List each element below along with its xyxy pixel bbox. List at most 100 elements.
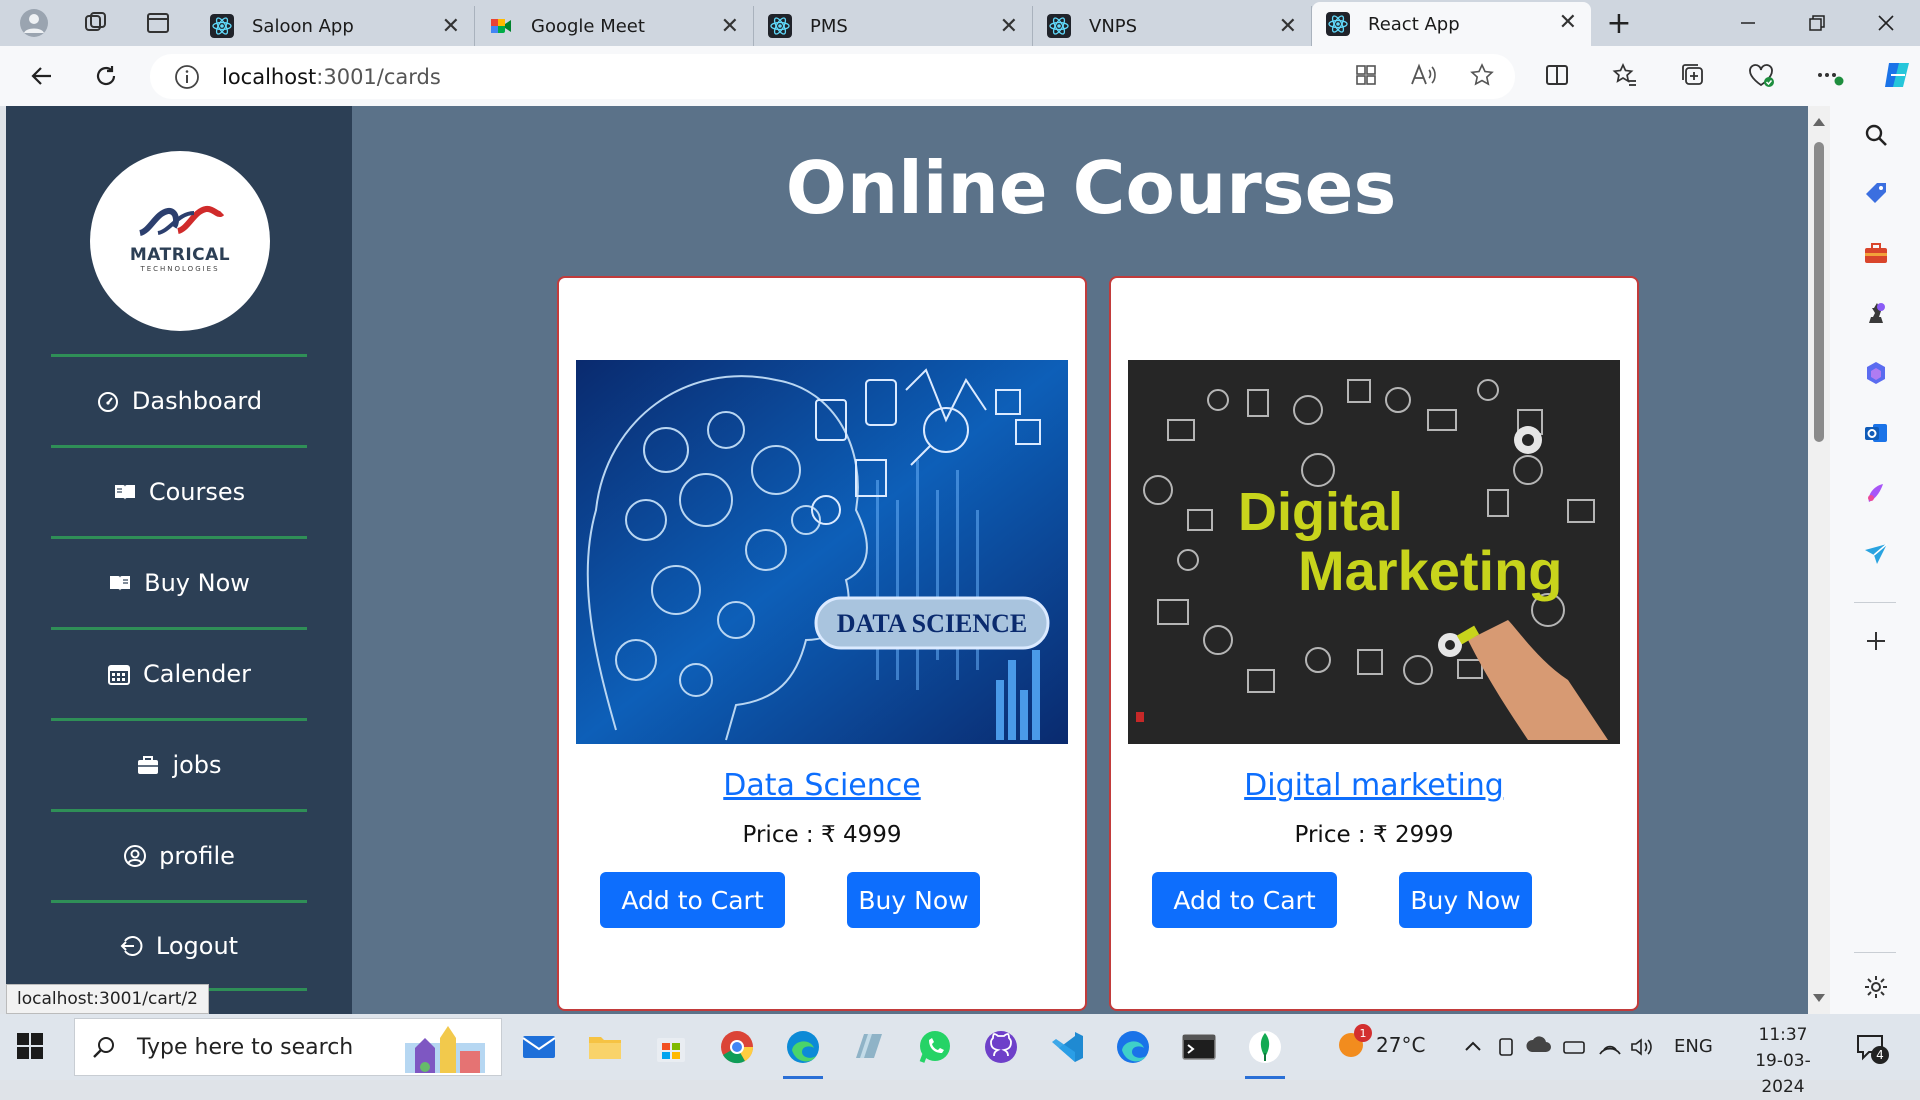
restore-icon[interactable] — [1782, 0, 1851, 46]
logo-mark-icon — [138, 205, 224, 236]
search-icon[interactable] — [1863, 122, 1889, 148]
tab-vnps[interactable]: VNPS ✕ — [1033, 6, 1312, 46]
course-title-link[interactable]: Data Science — [559, 768, 1085, 803]
file-explorer-icon[interactable] — [586, 1028, 624, 1066]
minimize-icon[interactable] — [1713, 0, 1782, 46]
wifi-icon[interactable] — [1599, 1045, 1621, 1055]
show-hidden-icons-icon[interactable] — [1465, 1041, 1481, 1051]
url-path: :3001/cards — [316, 64, 441, 89]
tab-actions-icon[interactable] — [138, 3, 178, 43]
mail-icon[interactable] — [520, 1028, 558, 1066]
scrollbar-thumb[interactable] — [1814, 142, 1824, 442]
google-meet-icon — [491, 19, 511, 33]
add-plus-icon[interactable] — [1863, 628, 1889, 654]
settings-gear-icon[interactable] — [1863, 974, 1889, 1000]
app-install-icon[interactable] — [1353, 62, 1379, 88]
shopping-tag-icon[interactable] — [1863, 180, 1889, 206]
microsoft-store-icon[interactable] — [652, 1028, 690, 1066]
sidebar-item-calender[interactable]: Calender — [51, 627, 307, 718]
sidebar-item-logout[interactable]: Logout — [51, 900, 307, 991]
mongodb-compass-icon[interactable] — [1246, 1028, 1284, 1066]
workspaces-icon[interactable] — [76, 3, 116, 43]
copilot-icon[interactable] — [1875, 52, 1919, 98]
browser-essentials-icon[interactable] — [1739, 52, 1783, 98]
search-highlight-illustration-icon — [405, 1026, 485, 1073]
dashboard-icon — [97, 392, 118, 412]
page-scrollbar[interactable] — [1808, 106, 1830, 1014]
add-to-cart-button[interactable]: Add to Cart — [600, 872, 785, 928]
volume-icon[interactable] — [1631, 1038, 1652, 1056]
refresh-icon — [96, 66, 116, 86]
buy-now-button[interactable]: Buy Now — [1399, 872, 1532, 928]
github-desktop-icon[interactable] — [982, 1028, 1020, 1066]
image-caption: Marketing — [1298, 539, 1563, 602]
new-tab-button[interactable]: + — [1591, 0, 1647, 46]
tab-title: PMS — [810, 15, 848, 37]
add-to-cart-button[interactable]: Add to Cart — [1152, 872, 1337, 928]
search-icon — [93, 1037, 114, 1058]
collections-icon[interactable] — [1671, 52, 1715, 98]
url-bar[interactable]: localhost:3001/cards — [150, 54, 1515, 99]
profile-avatar-icon[interactable] — [14, 3, 54, 43]
arrow-left-icon — [31, 67, 51, 85]
refresh-button[interactable] — [76, 53, 136, 99]
favorites-icon[interactable] — [1603, 52, 1647, 98]
vscode-icon[interactable] — [1048, 1028, 1086, 1066]
onedrive-icon[interactable] — [1526, 1036, 1551, 1052]
search-placeholder: Type here to search — [137, 1034, 354, 1060]
logo-subtext: TECHNOLOGIES — [140, 265, 220, 273]
terminal-icon[interactable] — [1180, 1028, 1218, 1066]
scroll-up-arrow-icon[interactable] — [1813, 118, 1825, 126]
tab-close-icon[interactable]: ✕ — [1559, 10, 1577, 35]
battery-icon[interactable] — [1563, 1041, 1585, 1054]
tab-close-icon[interactable]: ✕ — [1279, 14, 1297, 39]
course-image-data-science: DATA SCIENCE — [576, 360, 1068, 744]
clock[interactable]: 11:37 19-03-2024 — [1738, 1022, 1828, 1100]
edge-icon[interactable] — [784, 1028, 822, 1066]
site-info-icon[interactable] — [174, 64, 200, 90]
company-logo: MATRICAL TECHNOLOGIES — [90, 151, 270, 331]
sidebar-item-dashboard[interactable]: Dashboard — [51, 354, 307, 445]
url-host: localhost — [222, 64, 317, 89]
language-indicator[interactable]: ENG — [1674, 1036, 1713, 1057]
taskbar-search-box[interactable]: Type here to search — [74, 1018, 502, 1076]
read-aloud-icon[interactable] — [1409, 62, 1439, 88]
tab-react-app[interactable]: React App ✕ — [1312, 2, 1591, 46]
scroll-down-arrow-icon[interactable] — [1813, 994, 1825, 1002]
sidebar-item-courses[interactable]: Courses — [51, 445, 307, 536]
toolbox-icon[interactable] — [1863, 240, 1889, 266]
edge-dev-icon[interactable] — [1114, 1028, 1152, 1066]
active-app-indicator — [783, 1076, 823, 1079]
outlook-icon[interactable] — [1863, 420, 1889, 446]
tab-saloon-app[interactable]: Saloon App ✕ — [196, 6, 475, 46]
back-button[interactable] — [12, 53, 72, 99]
tab-close-icon[interactable]: ✕ — [1000, 14, 1018, 39]
close-window-icon[interactable] — [1851, 0, 1920, 46]
send-icon[interactable] — [1863, 540, 1889, 566]
tab-close-icon[interactable]: ✕ — [442, 14, 460, 39]
games-icon[interactable] — [1863, 300, 1889, 326]
sidebar-item-buy-now[interactable]: Buy Now — [51, 536, 307, 627]
more-options-icon[interactable] — [1807, 52, 1851, 98]
chrome-icon[interactable] — [718, 1028, 756, 1066]
microsoft-365-icon[interactable] — [1863, 360, 1889, 386]
tab-pms[interactable]: PMS ✕ — [754, 6, 1033, 46]
buy-now-button[interactable]: Buy Now — [847, 872, 980, 928]
favorite-star-icon[interactable] — [1469, 62, 1495, 88]
split-screen-icon[interactable] — [1535, 52, 1579, 98]
whatsapp-icon[interactable] — [916, 1028, 954, 1066]
designer-icon[interactable] — [1863, 480, 1889, 506]
device-icon[interactable] — [1499, 1038, 1513, 1056]
course-title-link[interactable]: Digital marketing — [1111, 768, 1637, 803]
react-icon — [210, 14, 234, 38]
notepad-icon[interactable] — [850, 1028, 888, 1066]
sidebar-item-profile[interactable]: profile — [51, 809, 307, 900]
course-price: Price : ₹ 2999 — [1294, 822, 1454, 848]
tab-close-icon[interactable]: ✕ — [721, 14, 739, 39]
notification-center-button[interactable]: 4 — [1855, 1032, 1889, 1064]
weather-widget[interactable]: 1 27°C — [1336, 1024, 1425, 1060]
course-price: Price : ₹ 4999 — [742, 822, 902, 848]
sidebar-item-jobs[interactable]: jobs — [51, 718, 307, 809]
windows-start-icon[interactable] — [16, 1032, 44, 1060]
tab-google-meet[interactable]: Google Meet ✕ — [475, 6, 754, 46]
